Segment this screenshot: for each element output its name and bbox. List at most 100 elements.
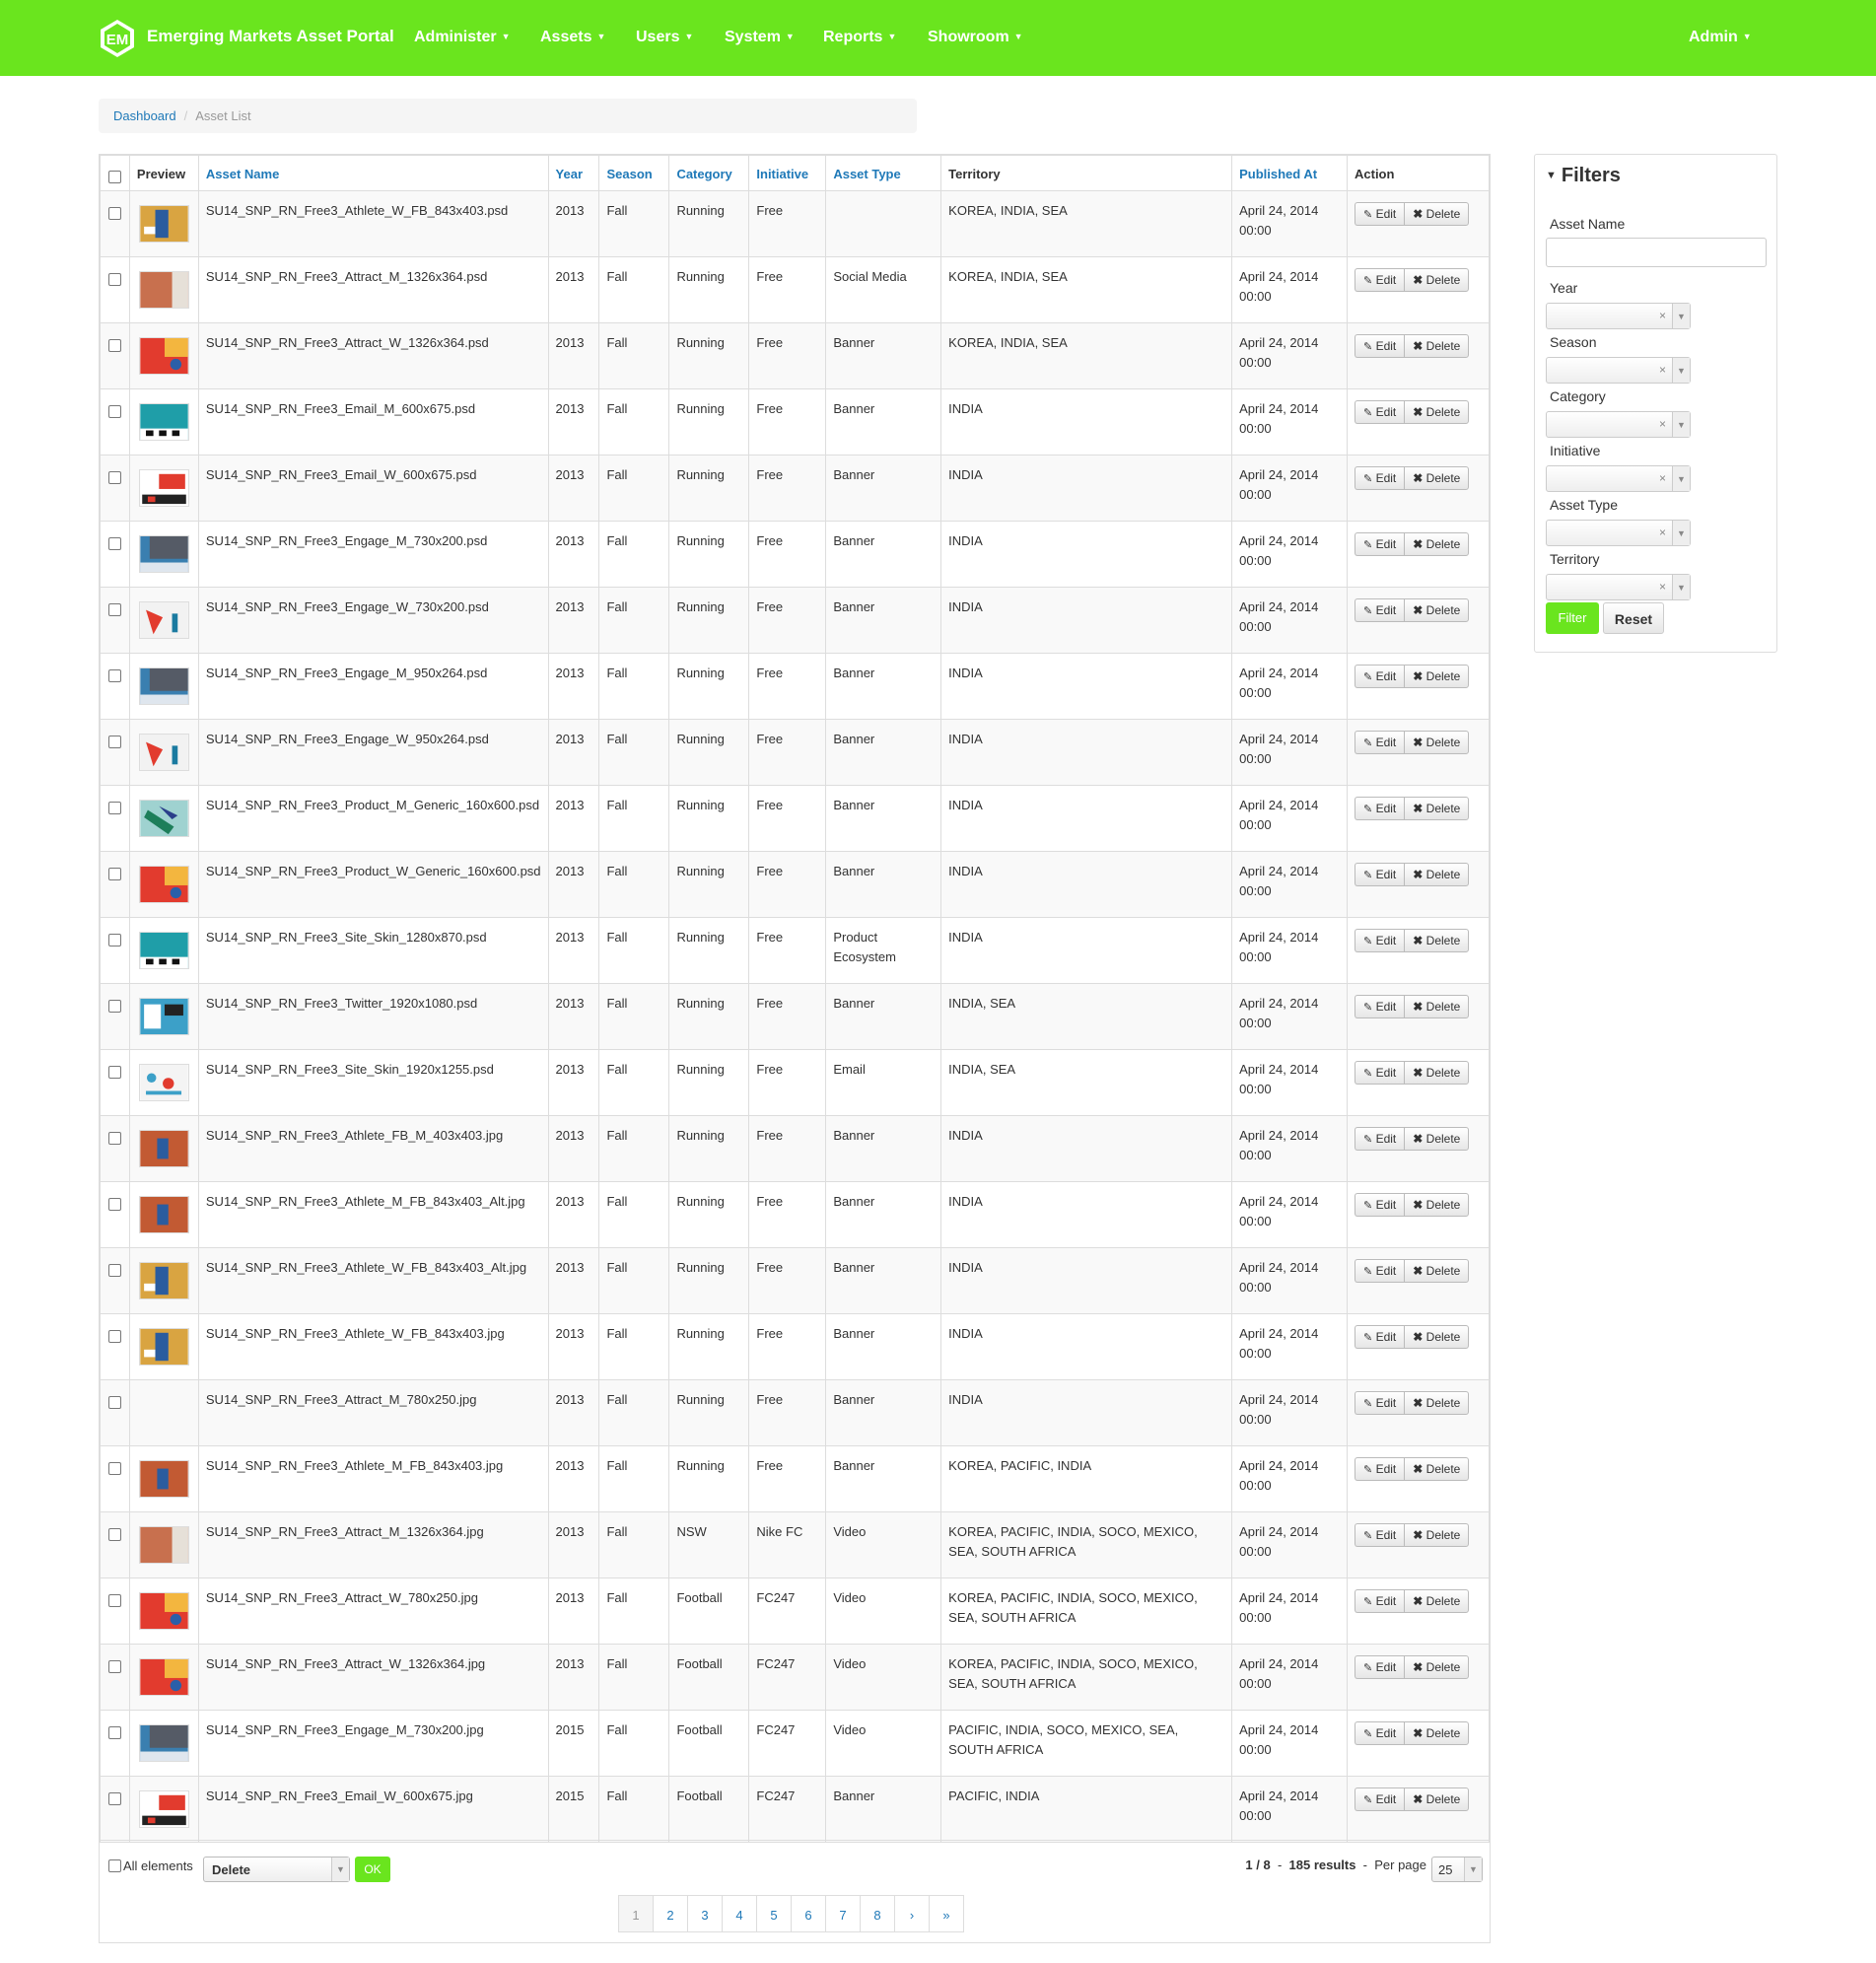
row-checkbox[interactable]	[107, 669, 121, 682]
asset-preview-thumbnail[interactable]	[138, 271, 189, 309]
col-published-at[interactable]: Published At	[1231, 155, 1348, 191]
row-checkbox[interactable]	[107, 1528, 121, 1541]
edit-button[interactable]: ✎ Edit	[1355, 929, 1405, 952]
edit-button[interactable]: ✎ Edit	[1355, 1061, 1405, 1085]
row-checkbox[interactable]	[107, 1462, 121, 1475]
asset-preview-thumbnail[interactable]	[138, 469, 189, 507]
asset-preview-thumbnail[interactable]	[138, 1790, 189, 1828]
delete-button[interactable]: ✖ Delete	[1404, 1061, 1470, 1085]
row-checkbox[interactable]	[107, 1066, 121, 1079]
asset-preview-thumbnail[interactable]	[138, 535, 189, 573]
clear-icon[interactable]: ×	[1659, 363, 1666, 377]
last-page-link[interactable]: »	[929, 1895, 964, 1932]
delete-button[interactable]: ✖ Delete	[1404, 731, 1470, 754]
row-checkbox[interactable]	[107, 1330, 121, 1343]
delete-button[interactable]: ✖ Delete	[1404, 1523, 1470, 1547]
delete-button[interactable]: ✖ Delete	[1404, 797, 1470, 820]
edit-button[interactable]: ✎ Edit	[1355, 1391, 1405, 1415]
asset-preview-thumbnail[interactable]	[138, 1328, 189, 1366]
per-page-select[interactable]: 25 ▼	[1431, 1857, 1483, 1882]
select-all-checkbox[interactable]	[107, 171, 121, 183]
edit-button[interactable]: ✎ Edit	[1355, 1721, 1405, 1745]
asset-preview-thumbnail[interactable]	[138, 998, 189, 1035]
edit-button[interactable]: ✎ Edit	[1355, 1655, 1405, 1679]
asset-preview-thumbnail[interactable]	[138, 601, 189, 639]
season-select[interactable]: × ▼	[1546, 357, 1691, 384]
reset-button[interactable]: Reset	[1603, 602, 1664, 634]
row-checkbox[interactable]	[107, 1660, 121, 1673]
delete-button[interactable]: ✖ Delete	[1404, 1259, 1470, 1283]
asset-preview-thumbnail[interactable]	[138, 1658, 189, 1696]
delete-button[interactable]: ✖ Delete	[1404, 598, 1470, 622]
asset-preview-thumbnail[interactable]	[138, 205, 189, 243]
delete-button[interactable]: ✖ Delete	[1404, 1325, 1470, 1349]
delete-button[interactable]: ✖ Delete	[1404, 334, 1470, 358]
clear-icon[interactable]: ×	[1659, 471, 1666, 485]
nav-showroom[interactable]: Showroom ▼	[928, 29, 1023, 46]
delete-button[interactable]: ✖ Delete	[1404, 1655, 1470, 1679]
clear-icon[interactable]: ×	[1659, 580, 1666, 594]
delete-button[interactable]: ✖ Delete	[1404, 466, 1470, 490]
delete-button[interactable]: ✖ Delete	[1404, 202, 1470, 226]
delete-button[interactable]: ✖ Delete	[1404, 1788, 1470, 1811]
row-checkbox[interactable]	[107, 537, 121, 550]
asset-preview-thumbnail[interactable]	[138, 1460, 189, 1498]
asset-preview-thumbnail[interactable]	[138, 800, 189, 837]
em-logo-icon[interactable]: EM	[98, 19, 137, 58]
col-category[interactable]: Category	[668, 155, 750, 191]
row-checkbox[interactable]	[107, 1000, 121, 1013]
edit-button[interactable]: ✎ Edit	[1355, 268, 1405, 292]
batch-ok-button[interactable]: OK	[355, 1857, 390, 1882]
row-checkbox[interactable]	[107, 1198, 121, 1211]
delete-button[interactable]: ✖ Delete	[1404, 995, 1470, 1018]
row-checkbox[interactable]	[107, 1396, 121, 1409]
page-6-link[interactable]: 6	[791, 1895, 826, 1932]
row-checkbox[interactable]	[107, 405, 121, 418]
row-checkbox[interactable]	[107, 1594, 121, 1607]
nav-user-menu[interactable]: Admin ▼	[1689, 29, 1752, 46]
asset-type-select[interactable]: × ▼	[1546, 520, 1691, 546]
asset-preview-thumbnail[interactable]	[138, 403, 189, 441]
edit-button[interactable]: ✎ Edit	[1355, 1457, 1405, 1481]
nav-system[interactable]: System ▼	[725, 29, 795, 46]
delete-button[interactable]: ✖ Delete	[1404, 1721, 1470, 1745]
col-initiative[interactable]: Initiative	[748, 155, 827, 191]
year-select[interactable]: × ▼	[1546, 303, 1691, 329]
edit-button[interactable]: ✎ Edit	[1355, 1589, 1405, 1613]
row-checkbox[interactable]	[107, 736, 121, 748]
asset-preview-thumbnail[interactable]	[138, 1196, 189, 1233]
clear-icon[interactable]: ×	[1659, 309, 1666, 322]
batch-action-select[interactable]: Delete ▼	[203, 1857, 350, 1882]
row-checkbox[interactable]	[107, 1792, 121, 1805]
page-7-link[interactable]: 7	[825, 1895, 861, 1932]
row-checkbox[interactable]	[107, 471, 121, 484]
delete-button[interactable]: ✖ Delete	[1404, 400, 1470, 424]
col-asset-name[interactable]: Asset Name	[197, 155, 549, 191]
territory-select[interactable]: × ▼	[1546, 574, 1691, 600]
asset-preview-thumbnail[interactable]	[138, 1526, 189, 1564]
row-checkbox[interactable]	[107, 273, 121, 286]
asset-preview-thumbnail[interactable]	[138, 734, 189, 771]
edit-button[interactable]: ✎ Edit	[1355, 1259, 1405, 1283]
nav-assets[interactable]: Assets ▼	[540, 29, 605, 46]
row-checkbox[interactable]	[107, 868, 121, 880]
clear-icon[interactable]: ×	[1659, 526, 1666, 539]
edit-button[interactable]: ✎ Edit	[1355, 731, 1405, 754]
all-elements-checkbox[interactable]	[108, 1859, 121, 1872]
nav-users[interactable]: Users ▼	[636, 29, 693, 46]
breadcrumb-dashboard-link[interactable]: Dashboard	[113, 108, 176, 123]
all-elements-toggle[interactable]: All elements	[108, 1858, 193, 1873]
asset-preview-thumbnail[interactable]	[138, 1130, 189, 1167]
edit-button[interactable]: ✎ Edit	[1355, 1193, 1405, 1217]
edit-button[interactable]: ✎ Edit	[1355, 202, 1405, 226]
page-5-link[interactable]: 5	[756, 1895, 792, 1932]
row-checkbox[interactable]	[107, 802, 121, 814]
nav-reports[interactable]: Reports ▼	[823, 29, 896, 46]
filter-button[interactable]: Filter	[1546, 602, 1599, 634]
edit-button[interactable]: ✎ Edit	[1355, 1127, 1405, 1151]
edit-button[interactable]: ✎ Edit	[1355, 532, 1405, 556]
page-4-link[interactable]: 4	[722, 1895, 757, 1932]
edit-button[interactable]: ✎ Edit	[1355, 665, 1405, 688]
asset-preview-thumbnail[interactable]	[138, 1724, 189, 1762]
nav-administer[interactable]: Administer ▼	[414, 29, 511, 46]
